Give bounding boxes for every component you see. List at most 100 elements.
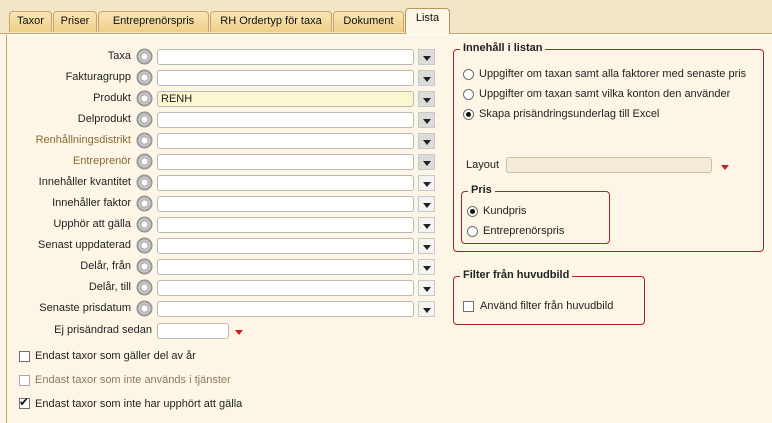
row-innehaller-kvantitet: Innehåller kvantitet [0, 173, 440, 193]
senaste-prisdatum-input[interactable] [157, 301, 414, 317]
radio-excel[interactable] [463, 109, 474, 120]
row-delprodukt: Delprodukt [0, 110, 440, 130]
label-fakturagrupp: Fakturagrupp [65, 71, 131, 83]
upphor-att-galla-dropdown-button[interactable] [418, 217, 435, 233]
gear-icon[interactable] [136, 237, 153, 254]
radio-entreprenorspris[interactable] [467, 226, 478, 237]
checkbox-del-av-ar-label: Endast taxor som gäller del av år [35, 350, 196, 362]
tab-entreprenorspris[interactable]: Entreprenörspris [98, 11, 209, 32]
filter-group: Filter från huvudbild Använd filter från… [453, 269, 645, 325]
tab-dokument[interactable]: Dokument [333, 11, 404, 32]
label-ej-prisandrad-sedan: Ej prisändrad sedan [54, 324, 152, 336]
radio-kundpris-label: Kundpris [483, 205, 527, 217]
row-produkt: Produkt RENH [0, 89, 440, 109]
row-senaste-prisdatum: Senaste prisdatum [0, 299, 440, 319]
taxa-input[interactable] [157, 49, 414, 65]
produkt-dropdown-button[interactable] [418, 91, 435, 107]
radio-alla-faktorer[interactable] [463, 69, 474, 80]
delar-till-input[interactable] [157, 280, 414, 296]
gear-icon[interactable] [136, 195, 153, 212]
gear-icon[interactable] [136, 69, 153, 86]
delar-fran-dropdown-button[interactable] [418, 259, 435, 275]
gear-icon[interactable] [136, 132, 153, 149]
innehaller-faktor-input[interactable] [157, 196, 414, 212]
checkbox-del-av-ar[interactable] [19, 351, 30, 362]
fakturagrupp-input[interactable] [157, 70, 414, 86]
tab-priser[interactable]: Priser [53, 11, 97, 32]
layout-select[interactable] [506, 157, 712, 173]
upphor-att-galla-input[interactable] [157, 217, 414, 233]
row-delar-fran: Delår, från [0, 257, 440, 277]
radio-vilka-konton-label: Uppgifter om taxan samt vilka konton den… [479, 88, 731, 100]
pris-group-title: Pris [468, 184, 495, 196]
row-entreprenor: Entreprenör [0, 152, 440, 172]
entreprenor-dropdown-button[interactable] [418, 154, 435, 170]
gear-icon[interactable] [136, 300, 153, 317]
tab-lista[interactable]: Lista [405, 8, 450, 34]
checkbox-anvand-filter[interactable] [463, 301, 474, 312]
delar-till-dropdown-button[interactable] [418, 280, 435, 296]
check-icon: ✔ [19, 395, 30, 409]
label-senaste-prisdatum: Senaste prisdatum [39, 302, 131, 314]
label-senast-uppdaterad: Senast uppdaterad [38, 239, 131, 251]
radio-vilka-konton[interactable] [463, 89, 474, 100]
gear-icon[interactable] [136, 216, 153, 233]
gear-icon[interactable] [136, 174, 153, 191]
produkt-input[interactable]: RENH [157, 91, 414, 107]
checkbox-inte-upphort-label: Endast taxor som inte har upphört att gä… [35, 398, 243, 410]
renhallningsdistrikt-input[interactable] [157, 133, 414, 149]
label-delar-fran: Delår, från [80, 260, 131, 272]
ej-prisandrad-sedan-input[interactable] [157, 323, 229, 339]
gear-icon[interactable] [136, 153, 153, 170]
tab-rh-ordertyp[interactable]: RH Ordertyp för taxa [210, 11, 332, 32]
innehaller-faktor-dropdown-button[interactable] [418, 196, 435, 212]
filter-group-title: Filter från huvudbild [460, 269, 573, 281]
row-senast-uppdaterad: Senast uppdaterad [0, 236, 440, 256]
gear-icon[interactable] [136, 258, 153, 275]
row-delar-till: Delår, till [0, 278, 440, 298]
checkbox-inte-anvands[interactable] [19, 375, 30, 386]
layout-label: Layout [466, 159, 500, 171]
tab-taxor[interactable]: Taxor [9, 11, 52, 32]
innehaller-kvantitet-dropdown-button[interactable] [418, 175, 435, 191]
gear-icon[interactable] [136, 279, 153, 296]
layout-dropdown-button[interactable] [716, 158, 733, 174]
label-innehaller-kvantitet: Innehåller kvantitet [38, 176, 131, 188]
senast-uppdaterad-input[interactable] [157, 238, 414, 254]
radio-entreprenorspris-label: Entreprenörspris [483, 225, 565, 237]
radio-excel-label: Skapa prisändringsunderlag till Excel [479, 108, 660, 120]
row-innehaller-faktor: Innehåller faktor [0, 194, 440, 214]
label-renhallningsdistrikt: Renhållningsdistrikt [35, 134, 131, 146]
checkbox-inte-upphort[interactable]: ✔ [19, 395, 30, 409]
fakturagrupp-dropdown-button[interactable] [418, 70, 435, 86]
renhallningsdistrikt-dropdown-button[interactable] [418, 133, 435, 149]
gear-icon[interactable] [136, 111, 153, 128]
radio-alla-faktorer-label: Uppgifter om taxan samt alla faktorer me… [479, 68, 747, 80]
radio-kundpris[interactable] [467, 206, 478, 217]
label-upphor-att-galla: Upphör att gälla [53, 218, 131, 230]
pris-group: Pris Kundpris Entreprenörspris [461, 184, 610, 244]
label-innehaller-faktor: Innehåller faktor [52, 197, 131, 209]
label-entreprenor: Entreprenör [72, 155, 131, 167]
row-ej-prisandrad-sedan: Ej prisändrad sedan [0, 321, 260, 341]
label-delar-till: Delår, till [88, 281, 131, 293]
innehall-group: Innehåll i listan Uppgifter om taxan sam… [453, 42, 764, 252]
taxa-dropdown-button[interactable] [418, 49, 435, 65]
row-fakturagrupp: Fakturagrupp [0, 68, 440, 88]
senast-uppdaterad-dropdown-button[interactable] [418, 238, 435, 254]
gear-icon[interactable] [136, 90, 153, 107]
innehall-group-title: Innehåll i listan [460, 42, 546, 54]
checkbox-inte-anvands-label: Endast taxor som inte används i tjänster [35, 374, 231, 386]
entreprenor-input[interactable] [157, 154, 414, 170]
innehaller-kvantitet-input[interactable] [157, 175, 414, 191]
delar-fran-input[interactable] [157, 259, 414, 275]
row-upphor-att-galla: Upphör att gälla [0, 215, 440, 235]
ej-prisandrad-sedan-dropdown-button[interactable] [230, 323, 247, 339]
delprodukt-dropdown-button[interactable] [418, 112, 435, 128]
label-produkt: Produkt [93, 92, 131, 104]
delprodukt-input[interactable] [157, 112, 414, 128]
gear-icon[interactable] [136, 48, 153, 65]
checkbox-anvand-filter-label: Använd filter från huvudbild [480, 300, 614, 312]
label-taxa: Taxa [107, 50, 131, 62]
senaste-prisdatum-dropdown-button[interactable] [418, 301, 435, 317]
